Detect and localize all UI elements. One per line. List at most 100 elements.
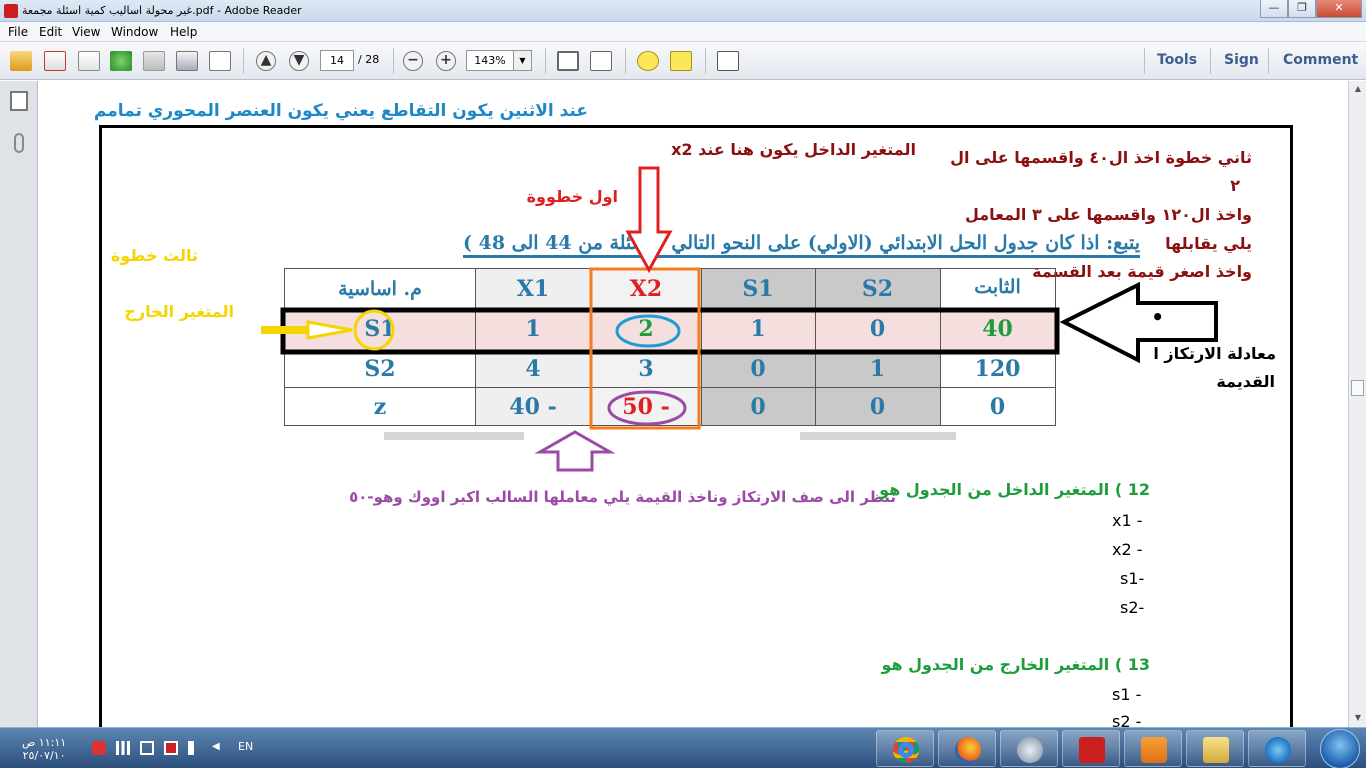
cell-basic: z bbox=[373, 394, 387, 420]
tools-link[interactable]: Tools bbox=[1157, 52, 1197, 68]
scroll-thumb[interactable] bbox=[1351, 380, 1364, 396]
navigation-pane bbox=[0, 81, 38, 727]
chrome-icon bbox=[893, 737, 919, 763]
language-indicator[interactable]: EN bbox=[238, 740, 253, 753]
maximize-button[interactable]: ❐ bbox=[1288, 0, 1316, 18]
second-step-line: يلي يقابلها bbox=[1165, 234, 1252, 253]
cell-constant: 40 bbox=[982, 316, 1013, 342]
zoom-in-button[interactable]: + bbox=[436, 51, 456, 71]
vertical-scrollbar[interactable]: ▲ ▼ bbox=[1348, 81, 1366, 727]
header-constant: الثابت bbox=[974, 276, 1021, 298]
title-bar: غير محولة اساليب كمية اسئلة مجمعة.pdf - … bbox=[0, 0, 1366, 22]
q12-option-x1[interactable]: x1 - bbox=[1112, 511, 1143, 530]
sticky-note-icon[interactable] bbox=[637, 51, 659, 71]
explorer-taskbar-button[interactable] bbox=[1186, 730, 1244, 767]
cell-constant: 0 bbox=[989, 394, 1006, 420]
menu-file[interactable]: File bbox=[8, 25, 28, 39]
cell-s2: 0 bbox=[869, 316, 886, 342]
page-number-input[interactable]: 14 bbox=[320, 50, 354, 71]
leaving-variable-label: المتغير الخارج bbox=[124, 302, 234, 321]
top-note: عند الاثنين يكون التقاطع يعني يكون العنص… bbox=[93, 101, 588, 121]
action-center-icon[interactable] bbox=[140, 741, 154, 755]
comment-link[interactable]: Comment bbox=[1283, 52, 1358, 68]
menu-window[interactable]: Window bbox=[111, 25, 158, 39]
close-button[interactable]: ✕ bbox=[1316, 0, 1362, 18]
page-total: / 28 bbox=[358, 53, 380, 66]
attachments-icon[interactable] bbox=[14, 133, 24, 153]
header-x2: X2 bbox=[629, 276, 663, 302]
first-step-label: اول خطووة bbox=[526, 187, 618, 206]
chrome-taskbar-button[interactable] bbox=[876, 730, 934, 767]
scroll-up-icon[interactable]: ▲ bbox=[1352, 84, 1364, 94]
menu-view[interactable]: View bbox=[72, 25, 100, 39]
cell-basic: S2 bbox=[364, 356, 396, 382]
menu-edit[interactable]: Edit bbox=[39, 25, 62, 39]
highlight-icon[interactable] bbox=[670, 51, 692, 71]
second-step-line: واخذ ال١٢٠ واقسمها على ٣ المعامل bbox=[964, 205, 1252, 224]
next-page-icon[interactable]: ▼ bbox=[289, 51, 309, 71]
cell-x1: 1 bbox=[525, 316, 541, 342]
scroll-down-icon[interactable]: ▼ bbox=[1352, 713, 1364, 723]
upload-icon[interactable] bbox=[110, 51, 132, 71]
second-step-line: ثاني خطوة اخذ ال٤٠ واقسمها على ال bbox=[950, 148, 1252, 167]
zoom-out-button[interactable]: − bbox=[403, 51, 423, 71]
taskbar: ١١:١١ ص ٢٥/٠٧/١٠ ◀ EN bbox=[0, 727, 1366, 768]
q12-option-s2[interactable]: s2- bbox=[1120, 598, 1144, 617]
question-13-title: 13 ) المتغير الخارج من الجدول هو bbox=[881, 655, 1150, 674]
toolbar-separator bbox=[1144, 48, 1145, 74]
toolbar-separator bbox=[393, 48, 394, 74]
firefox-taskbar-button[interactable] bbox=[938, 730, 996, 767]
pivot-equation-line: معادلة الارتكاز ا bbox=[1153, 344, 1276, 363]
cell-x2-pivot: 2 bbox=[638, 316, 654, 342]
screen: غير محولة اساليب كمية اسئلة مجمعة.pdf - … bbox=[0, 0, 1366, 768]
cell-x1: 40 - bbox=[509, 394, 557, 420]
media-taskbar-button[interactable] bbox=[1000, 730, 1058, 767]
print-icon[interactable] bbox=[176, 51, 198, 71]
ie-taskbar-button[interactable] bbox=[1248, 730, 1306, 767]
question-12-title: 12 ) المتغير الداخل من الجدول هو bbox=[879, 480, 1150, 499]
sign-link[interactable]: Sign bbox=[1224, 52, 1259, 68]
start-button[interactable] bbox=[1320, 729, 1360, 768]
previous-page-icon[interactable]: ▲ bbox=[256, 51, 276, 71]
internet-explorer-icon bbox=[1265, 737, 1291, 763]
volume-icon[interactable] bbox=[188, 741, 202, 755]
header-basic-var: م. اساسية bbox=[338, 278, 422, 300]
minimize-button[interactable]: — bbox=[1260, 0, 1288, 18]
entering-variable-note: المتغير الداخل يكون هنا عند x2 bbox=[671, 140, 916, 159]
cell-constant: 120 bbox=[974, 356, 1021, 382]
media-player-taskbar-button[interactable] bbox=[1124, 730, 1182, 767]
adobe-reader-taskbar-button[interactable] bbox=[1062, 730, 1120, 767]
tray-clock[interactable]: ١١:١١ ص ٢٥/٠٧/١٠ bbox=[22, 736, 66, 762]
adobe-reader-icon bbox=[1079, 737, 1105, 763]
firefox-icon bbox=[955, 737, 981, 763]
tray-expand-icon[interactable]: ◀ bbox=[212, 741, 226, 755]
save-icon[interactable] bbox=[143, 51, 165, 71]
cell-basic: S1 bbox=[364, 316, 396, 342]
create-pdf-icon[interactable] bbox=[44, 51, 66, 71]
open-file-icon[interactable] bbox=[10, 51, 32, 71]
zoom-input[interactable]: 143% bbox=[466, 50, 514, 71]
cell-s1: 1 bbox=[750, 316, 766, 342]
zoom-dropdown-button[interactable]: ▼ bbox=[514, 50, 532, 71]
clock-time: ١١:١١ ص bbox=[22, 736, 67, 749]
expand-icon[interactable] bbox=[717, 51, 739, 71]
pivot-row-dot: • bbox=[1151, 305, 1164, 329]
fit-width-icon[interactable] bbox=[590, 51, 612, 71]
q12-option-s1[interactable]: s1- bbox=[1120, 569, 1144, 588]
q13-option-s1[interactable]: s1 - bbox=[1112, 685, 1141, 704]
menu-help[interactable]: Help bbox=[170, 25, 197, 39]
clock-app-icon bbox=[1017, 737, 1043, 763]
header-x1: X1 bbox=[516, 276, 550, 302]
toolbar-separator bbox=[1210, 48, 1211, 74]
email-icon[interactable] bbox=[209, 51, 231, 71]
fit-page-icon[interactable] bbox=[557, 51, 579, 71]
table-heading: يتبع: اذا كان جدول الحل الابتدائي (الاول… bbox=[462, 232, 1140, 258]
edit-pdf-icon[interactable] bbox=[78, 51, 100, 71]
q12-option-x2[interactable]: x2 - bbox=[1112, 540, 1143, 559]
signal-icon[interactable] bbox=[116, 741, 130, 755]
page-thumbnails-icon[interactable] bbox=[10, 91, 28, 111]
toolbar-separator bbox=[243, 48, 244, 74]
antivirus-tray-icon[interactable] bbox=[92, 741, 106, 755]
header-s2: S2 bbox=[861, 276, 894, 302]
network-icon[interactable] bbox=[164, 741, 178, 755]
